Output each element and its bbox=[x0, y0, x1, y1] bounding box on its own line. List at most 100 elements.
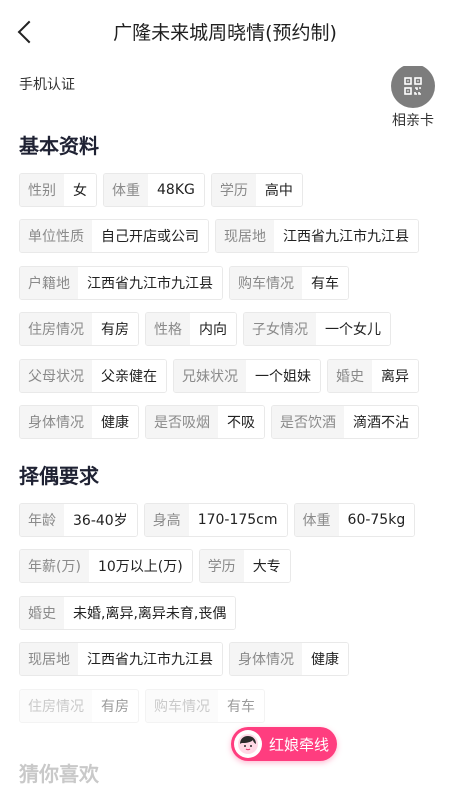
info-tag-value: 有房 bbox=[92, 313, 138, 346]
info-tag: 年薪(万) 10万以上(万) bbox=[19, 549, 193, 584]
info-tag-value: 60-75kg bbox=[338, 504, 415, 536]
info-tag-value: 不吸 bbox=[218, 406, 264, 438]
info-tag-value: 高中 bbox=[255, 174, 302, 206]
info-tag: 户籍地 江西省九江市九江县 bbox=[19, 265, 223, 300]
info-tag-value: 内向 bbox=[190, 313, 236, 346]
info-tag-key: 单位性质 bbox=[20, 220, 92, 253]
info-tag-value: 未婚,离异,离异未育,丧偶 bbox=[64, 596, 236, 629]
info-tag: 学历 高中 bbox=[210, 173, 303, 207]
info-tag-key: 身高 bbox=[144, 504, 189, 536]
info-tag: 购车情况 有车 bbox=[145, 688, 265, 723]
info-tag-value: 48KG bbox=[148, 174, 204, 206]
info-tag: 性格 内向 bbox=[145, 312, 237, 347]
info-tag: 身高 170-175cm bbox=[143, 503, 288, 537]
info-tag-key: 户籍地 bbox=[20, 266, 78, 299]
info-tag-value: 江西省九江市九江县 bbox=[78, 643, 222, 676]
top-bar: 广隆未来城周晓情(预约制) bbox=[0, 0, 450, 66]
info-tag: 是否饮酒 滴酒不沾 bbox=[271, 405, 419, 439]
info-tag-value: 有房 bbox=[92, 689, 138, 722]
matchmaker-avatar-icon bbox=[234, 730, 262, 758]
info-tag: 兄妹状况 一个姐妹 bbox=[173, 358, 321, 393]
info-tag-key: 现居地 bbox=[216, 220, 274, 253]
basic-row: 住房情况 有房 性格 内向 子女情况 一个女儿 bbox=[19, 312, 391, 347]
info-tag-value: 一个女儿 bbox=[316, 313, 390, 346]
info-tag-value: 有车 bbox=[302, 266, 348, 299]
requirements-row: 现居地 江西省九江市九江县 身体情况 健康 bbox=[19, 642, 349, 677]
info-tag-value: 一个姐妹 bbox=[246, 359, 320, 392]
requirements-row: 年薪(万) 10万以上(万) 学历 大专 bbox=[19, 549, 291, 584]
info-tag-value: 有车 bbox=[218, 689, 264, 722]
requirements-row: 年龄 36-40岁 身高 170-175cm 体重 60-75kg bbox=[19, 503, 416, 537]
guess-you-like-title: 猜你喜欢 bbox=[19, 762, 99, 786]
info-tag: 是否吸烟 不吸 bbox=[145, 405, 265, 439]
info-tag: 学历 大专 bbox=[198, 549, 291, 584]
info-tag-value: 健康 bbox=[302, 643, 348, 676]
partner-requirements-title: 择偶要求 bbox=[19, 464, 99, 488]
info-tag: 现居地 江西省九江市九江县 bbox=[19, 642, 223, 677]
info-tag-key: 年龄 bbox=[20, 504, 64, 536]
info-tag-key: 子女情况 bbox=[244, 313, 316, 346]
info-tag: 现居地 江西省九江市九江县 bbox=[215, 219, 419, 254]
basic-row: 父母状况 父亲健在 兄妹状况 一个姐妹 婚史 离异 bbox=[19, 358, 419, 393]
info-tag: 住房情况 有房 bbox=[19, 688, 139, 723]
info-tag-key: 住房情况 bbox=[20, 689, 92, 722]
info-tag: 子女情况 一个女儿 bbox=[243, 312, 391, 347]
back-button[interactable] bbox=[8, 14, 44, 50]
basic-row: 身体情况 健康 是否吸烟 不吸 是否饮酒 滴酒不沾 bbox=[19, 405, 419, 439]
qr-card-label: 相亲卡 bbox=[392, 113, 434, 129]
info-tag-key: 体重 bbox=[294, 504, 339, 536]
info-tag-key: 身体情况 bbox=[230, 643, 302, 676]
info-tag-key: 性别 bbox=[20, 174, 64, 206]
info-tag-key: 学历 bbox=[211, 174, 256, 206]
info-tag: 购车情况 有车 bbox=[229, 265, 349, 300]
info-tag-value: 江西省九江市九江县 bbox=[274, 220, 418, 253]
basic-row: 性别女体重 48KG 学历 高中 bbox=[19, 173, 303, 207]
info-tag-key: 学历 bbox=[199, 550, 244, 583]
info-tag: 婚史 未婚,离异,离异未育,丧偶 bbox=[19, 595, 237, 630]
page-title: 广隆未来城周晓情(预约制) bbox=[113, 22, 337, 44]
info-tag-key: 体重 bbox=[104, 174, 148, 206]
info-tag-key: 现居地 bbox=[20, 643, 78, 676]
matchmaking-card-button[interactable]: 相亲卡 bbox=[388, 64, 438, 130]
phone-verified-label: 手机认证 bbox=[19, 77, 75, 93]
info-tag-key: 婚史 bbox=[328, 359, 372, 392]
info-tag: 婚史 离异 bbox=[327, 358, 419, 393]
info-tag-value: 自己开店或公司 bbox=[92, 220, 208, 253]
info-tag-key: 购车情况 bbox=[230, 266, 302, 299]
info-tag-value: 10万以上(万) bbox=[88, 550, 192, 583]
info-tag-value: 滴酒不沾 bbox=[344, 406, 418, 438]
info-tag-key: 是否吸烟 bbox=[146, 406, 218, 438]
info-tag-key: 住房情况 bbox=[20, 313, 92, 346]
info-tag-key: 购车情况 bbox=[146, 689, 218, 722]
info-tag: 身体情况 健康 bbox=[19, 405, 139, 439]
matchmaker-label: 红娘牵线 bbox=[269, 735, 330, 754]
info-tag: 单位性质 自己开店或公司 bbox=[19, 219, 209, 254]
info-tag-value: 健康 bbox=[92, 406, 138, 438]
chevron-left-icon bbox=[17, 20, 41, 44]
requirements-row: 住房情况 有房 购车情况 有车 bbox=[19, 688, 265, 723]
info-tag-key: 年薪(万) bbox=[20, 550, 89, 583]
info-tag-value: 江西省九江市九江县 bbox=[78, 266, 222, 299]
info-tag-key: 兄妹状况 bbox=[174, 359, 246, 392]
basic-info-title: 基本资料 bbox=[19, 134, 99, 158]
info-tag-key: 婚史 bbox=[20, 596, 64, 629]
info-tag-key: 身体情况 bbox=[20, 406, 92, 438]
matchmaker-button[interactable]: 红娘牵线 bbox=[231, 727, 337, 761]
info-tag: 身体情况 健康 bbox=[229, 642, 349, 677]
info-tag: 年龄 36-40岁 bbox=[19, 503, 138, 537]
info-tag-value: 离异 bbox=[372, 359, 418, 392]
info-tag: 住房情况 有房 bbox=[19, 312, 139, 347]
info-tag-value: 大专 bbox=[243, 550, 290, 583]
info-tag-key: 父母状况 bbox=[20, 359, 92, 392]
info-tag-value: 父亲健在 bbox=[92, 359, 166, 392]
info-tag: 体重 60-75kg bbox=[293, 503, 416, 537]
info-tag-key: 性格 bbox=[146, 313, 190, 346]
info-tag-value: 女 bbox=[64, 174, 96, 206]
info-tag: 父母状况 父亲健在 bbox=[19, 358, 167, 393]
info-tag: 性别女 bbox=[19, 173, 97, 207]
basic-row: 单位性质 自己开店或公司 现居地 江西省九江市九江县 bbox=[19, 219, 419, 254]
requirements-row: 婚史 未婚,离异,离异未育,丧偶 bbox=[19, 595, 237, 630]
info-tag-value: 36-40岁 bbox=[64, 504, 137, 536]
info-tag-key: 是否饮酒 bbox=[272, 406, 344, 438]
info-tag: 体重 48KG bbox=[103, 173, 205, 207]
